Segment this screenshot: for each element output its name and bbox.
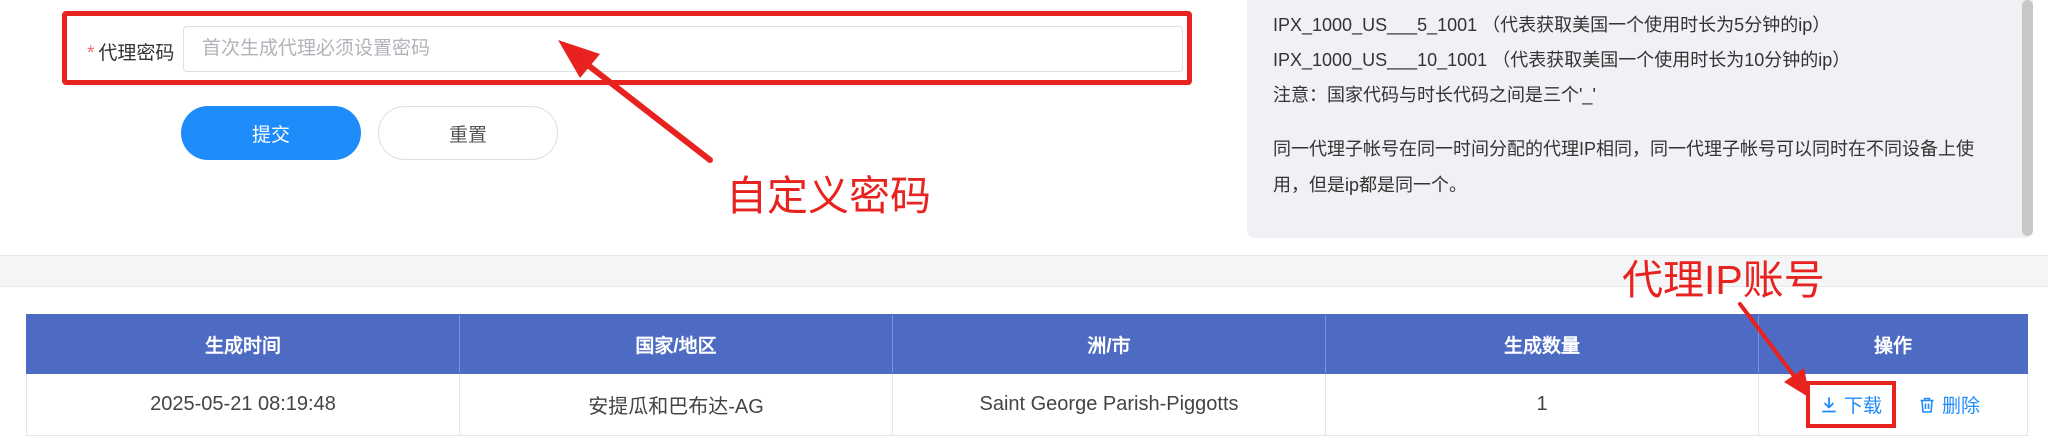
cell-count: 1: [1326, 374, 1759, 435]
trash-icon: [1918, 396, 1936, 414]
info-paragraph: 同一代理子帐号在同一时间分配的代理IP相同，同一代理子帐号可以同时在不同设备上使…: [1273, 139, 1975, 195]
proxy-password-input[interactable]: [183, 26, 1183, 72]
table-header: 生成时间 国家/地区 洲/市 生成数量 操作: [26, 314, 2028, 374]
records-table: 生成时间 国家/地区 洲/市 生成数量 操作 2025-05-21 08:19:…: [26, 314, 2028, 436]
cell-country: 安提瓜和巴布达-AG: [460, 374, 893, 435]
download-link[interactable]: 下载: [1805, 381, 1896, 428]
header-actions: 操作: [1873, 335, 1912, 357]
delete-link[interactable]: 删除: [1918, 391, 1980, 418]
header-country: 国家/地区: [460, 315, 893, 373]
header-time: 生成时间: [27, 315, 460, 373]
reset-button[interactable]: 重置: [378, 106, 558, 160]
info-note: 注意：国家代码与时长代码之间是三个'_': [1273, 85, 1596, 105]
cell-city: Saint George Parish-Piggotts: [893, 374, 1326, 435]
header-count: 生成数量: [1326, 315, 1759, 373]
download-label: 下载: [1843, 396, 1882, 417]
cell-actions: 下载 删除: [1759, 374, 2027, 435]
cell-time: 2025-05-21 08:19:48: [27, 374, 460, 435]
annotation-custom-password: 自定义密码: [726, 173, 931, 219]
header-city: 洲/市: [893, 315, 1326, 373]
required-mark: *: [87, 43, 95, 64]
password-field-label: * 代理密码: [87, 38, 174, 65]
info-panel: IPX_1000_US___5_1001 （代表获取美国一个使用时长为5分钟的i…: [1247, 0, 2033, 238]
submit-button[interactable]: 提交: [181, 106, 361, 160]
password-label-text: 代理密码: [98, 43, 175, 64]
delete-label: 删除: [1942, 396, 1981, 417]
table-row: 2025-05-21 08:19:48 安提瓜和巴布达-AG Saint Geo…: [26, 374, 2028, 436]
info-example-5min: IPX_1000_US___5_1001 （代表获取美国一个使用时长为5分钟的i…: [1273, 15, 1831, 35]
download-icon: [1820, 396, 1838, 414]
info-example-10min: IPX_1000_US___10_1001 （代表获取美国一个使用时长为10分钟…: [1273, 50, 1851, 70]
proxy-form: *代理密码 提交 重置: [0, 0, 1250, 255]
annotation-proxy-account: 代理IP账号: [1622, 257, 1825, 303]
password-field-row: * 代理密码: [62, 11, 1192, 85]
info-panel-scrollbar[interactable]: [2022, 0, 2033, 236]
